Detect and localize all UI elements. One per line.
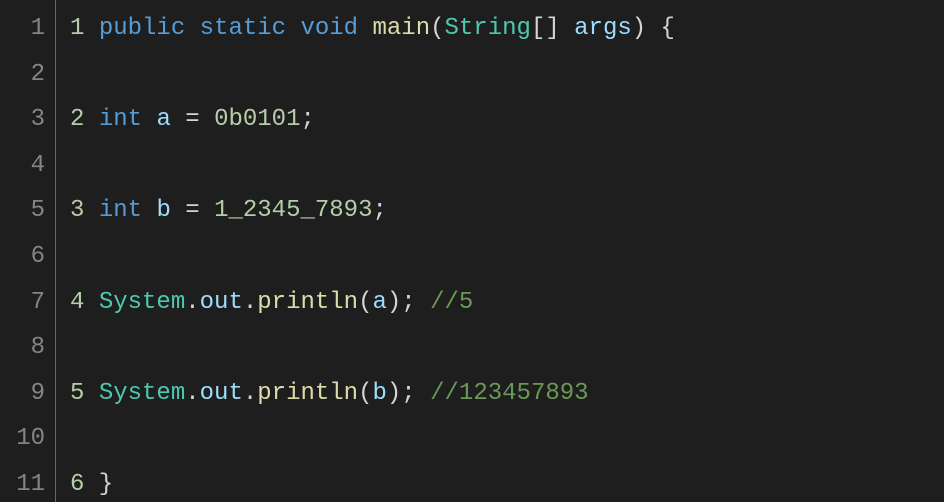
code-line[interactable] [70,325,944,371]
code-token [84,289,98,316]
code-token: public [99,15,185,42]
code-line[interactable]: 2 int a = 0b0101; [70,97,944,143]
code-token: int [99,106,142,133]
code-token: 1 [70,15,84,42]
code-token: a [373,289,387,316]
code-token: System [99,289,185,316]
code-token: 3 [70,197,84,224]
line-number: 9 [0,371,45,417]
code-token: . [243,289,257,316]
line-number: 3 [0,97,45,143]
code-line[interactable] [70,416,944,462]
code-token: 4 [70,289,84,316]
code-area[interactable]: 1 public static void main(String[] args)… [56,0,944,502]
code-token: b [373,380,387,407]
code-editor[interactable]: 1234567891011 1 public static void main(… [0,0,944,502]
code-token: println [257,380,358,407]
code-token: String [445,15,531,42]
code-token [84,106,98,133]
code-token [142,197,156,224]
code-token: 0b0101 [214,106,300,133]
code-token: 1_2345_7893 [214,197,372,224]
code-token [286,15,300,42]
code-line[interactable]: 5 System.out.println(b); //123457893 [70,371,944,417]
line-number: 8 [0,325,45,371]
code-token: 2 [70,106,84,133]
code-token: = [171,106,214,133]
code-token: . [185,289,199,316]
code-line[interactable]: 3 int b = 1_2345_7893; [70,188,944,234]
code-line[interactable]: 6 } [70,462,944,502]
code-token: b [156,197,170,224]
code-token: args [574,15,632,42]
code-token: ); [387,380,430,407]
code-token: ); [387,289,430,316]
code-token: ; [300,106,314,133]
code-line[interactable] [70,143,944,189]
line-number: 11 [0,462,45,502]
code-token: . [243,380,257,407]
code-line[interactable]: 4 System.out.println(a); //5 [70,280,944,326]
code-token: main [372,15,430,42]
code-token: . [185,380,199,407]
code-token: println [257,289,358,316]
line-number-gutter: 1234567891011 [0,0,56,502]
code-token: static [200,15,286,42]
code-token: out [200,380,243,407]
code-token [358,15,372,42]
code-token: [] [531,15,574,42]
line-number: 5 [0,188,45,234]
code-token: //123457893 [430,380,588,407]
code-token [84,380,98,407]
line-number: 10 [0,416,45,462]
line-number: 1 [0,6,45,52]
line-number: 4 [0,143,45,189]
line-number: 7 [0,280,45,326]
code-token [185,15,199,42]
code-token [142,106,156,133]
code-line[interactable] [70,52,944,98]
code-token: ( [358,380,372,407]
code-token: = [171,197,214,224]
code-token: ) { [632,15,675,42]
code-token: } [84,471,113,498]
code-token: a [156,106,170,133]
line-number: 6 [0,234,45,280]
code-token [84,197,98,224]
code-token: ( [430,15,444,42]
code-line[interactable] [70,234,944,280]
code-token: ( [358,289,372,316]
line-number: 2 [0,52,45,98]
code-token: //5 [430,289,473,316]
code-token: ; [373,197,387,224]
code-token: 5 [70,380,84,407]
code-token: void [300,15,358,42]
code-line[interactable]: 1 public static void main(String[] args)… [70,6,944,52]
code-token: out [200,289,243,316]
code-token: int [99,197,142,224]
code-token: 6 [70,471,84,498]
code-token [84,15,98,42]
code-token: System [99,380,185,407]
